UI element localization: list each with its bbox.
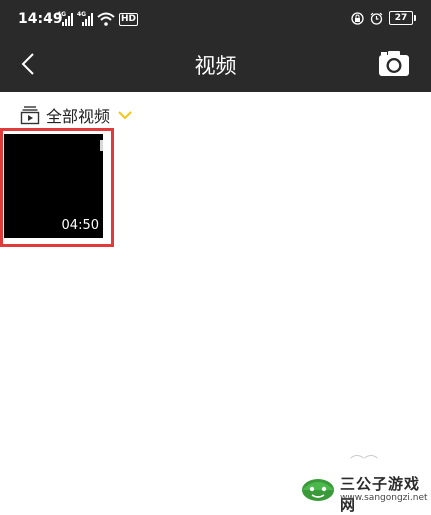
watermark-url: www.sangongzi.net: [340, 493, 428, 503]
signal-icon-2: 4G: [77, 12, 93, 26]
video-duration: 04:50: [61, 218, 99, 233]
thumbnail-edge: [100, 140, 103, 151]
chevron-down-icon: [118, 111, 132, 120]
watermark: 三公子游戏网 www.sangongzi.net: [300, 470, 431, 514]
album-label: 全部视频: [46, 107, 111, 126]
status-icons-left: 4G 4G HD: [57, 12, 139, 26]
album-selector[interactable]: 全部视频: [20, 103, 132, 127]
camera-icon: [379, 51, 409, 76]
status-bar: 14:49 4G 4G HD 27: [0, 0, 431, 36]
status-icons-right: 27: [351, 11, 416, 25]
wifi-icon: [97, 12, 115, 26]
watermark-logo-icon: [302, 479, 334, 501]
page-title: 视频: [194, 54, 237, 78]
lock-rotation-icon: [351, 11, 364, 25]
status-time: 14:49: [18, 11, 63, 27]
camera-button[interactable]: [377, 48, 411, 78]
alarm-icon: [370, 12, 383, 25]
battery-icon: 27: [389, 11, 416, 25]
hd-badge: HD: [119, 13, 139, 26]
title-bar: 视频: [0, 36, 431, 92]
faint-decoration: ⌒⌒: [350, 455, 378, 471]
video-thumbnail[interactable]: 04:50: [4, 134, 103, 238]
signal-icon: 4G: [57, 12, 73, 26]
video-folder-icon: [20, 106, 40, 125]
